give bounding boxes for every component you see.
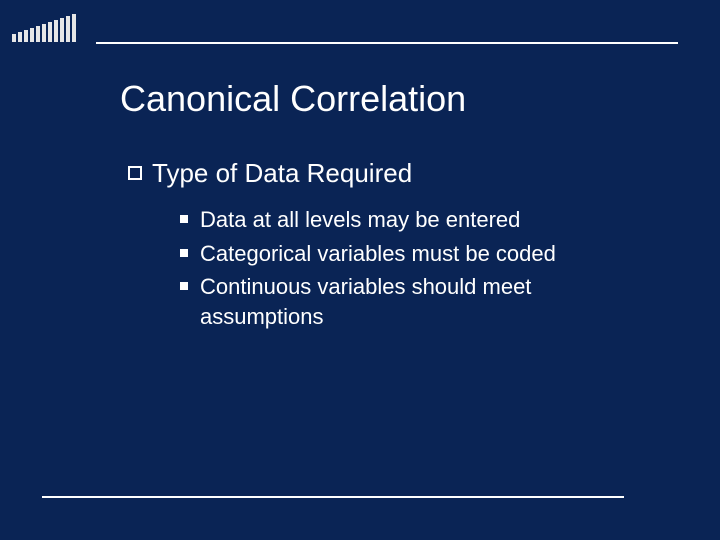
square-solid-bullet-icon: [180, 215, 188, 223]
top-rule: [96, 42, 678, 44]
list-item-text: Categorical variables must be coded: [200, 239, 556, 269]
bottom-rule: [42, 496, 624, 498]
list-item: Continuous variables should meet assumpt…: [180, 272, 660, 331]
list-item-text: Continuous variables should meet assumpt…: [200, 272, 620, 331]
list-item-text: Data at all levels may be entered: [200, 205, 520, 235]
square-solid-bullet-icon: [180, 282, 188, 290]
list-item: Data at all levels may be entered: [180, 205, 660, 235]
list-item: Categorical variables must be coded: [180, 239, 660, 269]
slide-content: Canonical Correlation Type of Data Requi…: [120, 78, 660, 336]
bullet-level1: Type of Data Required: [128, 158, 660, 189]
decorative-bars-icon: [12, 14, 76, 42]
slide-title: Canonical Correlation: [120, 78, 660, 120]
bullet-level1-label: Type of Data Required: [152, 158, 412, 189]
bullet-level2-list: Data at all levels may be entered Catego…: [180, 205, 660, 332]
square-solid-bullet-icon: [180, 249, 188, 257]
square-outline-bullet-icon: [128, 166, 142, 180]
